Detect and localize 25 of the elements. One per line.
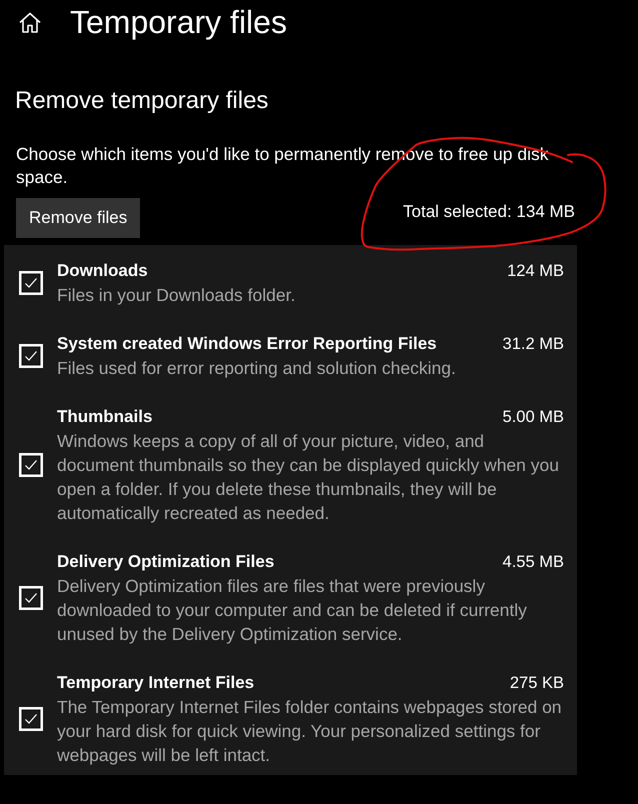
item-description: Files in your Downloads folder. [57, 284, 296, 307]
checkbox[interactable] [19, 707, 43, 731]
page-title: Temporary files [70, 3, 287, 42]
checkbox[interactable] [19, 586, 43, 610]
item-name: System created Windows Error Reporting Files [57, 333, 437, 355]
item-name: Thumbnails [57, 406, 152, 428]
item-description: The Temporary Internet Files folder contains webpages stored on your hard disk for quick viewing. Your personalized settings for webpages will be left intact. [57, 696, 563, 767]
remove-files-button[interactable]: Remove files [16, 198, 140, 238]
section-heading: Remove temporary files [15, 86, 268, 116]
item-size: 31.2 MB [502, 334, 564, 355]
item-description: Windows keeps a copy of all of your picture, video, and document thumbnails so they can be displayed quickly when you open a folder. If you delete these thumbnails, they will be automatically recreated as needed. [57, 430, 560, 525]
home-icon[interactable] [19, 12, 41, 32]
item-size: 124 MB [507, 261, 564, 282]
item-description: Delivery Optimization files are files that were previously downloaded to your computer and can be deleted if currently unused by the Delivery Optimization service. [57, 575, 528, 646]
total-selected: Total selected: 134 MB [403, 201, 575, 223]
item-size: 275 KB [510, 673, 564, 694]
item-name: Downloads [57, 260, 148, 282]
item-description: Files used for error reporting and solution checking. [57, 357, 457, 380]
item-name: Delivery Optimization Files [57, 551, 274, 573]
item-size: 5.00 MB [502, 407, 564, 428]
checkbox[interactable] [19, 453, 43, 477]
checkbox[interactable] [19, 344, 43, 368]
item-size: 4.55 MB [502, 552, 564, 573]
checkbox[interactable] [19, 271, 43, 295]
item-name: Temporary Internet Files [57, 672, 254, 694]
